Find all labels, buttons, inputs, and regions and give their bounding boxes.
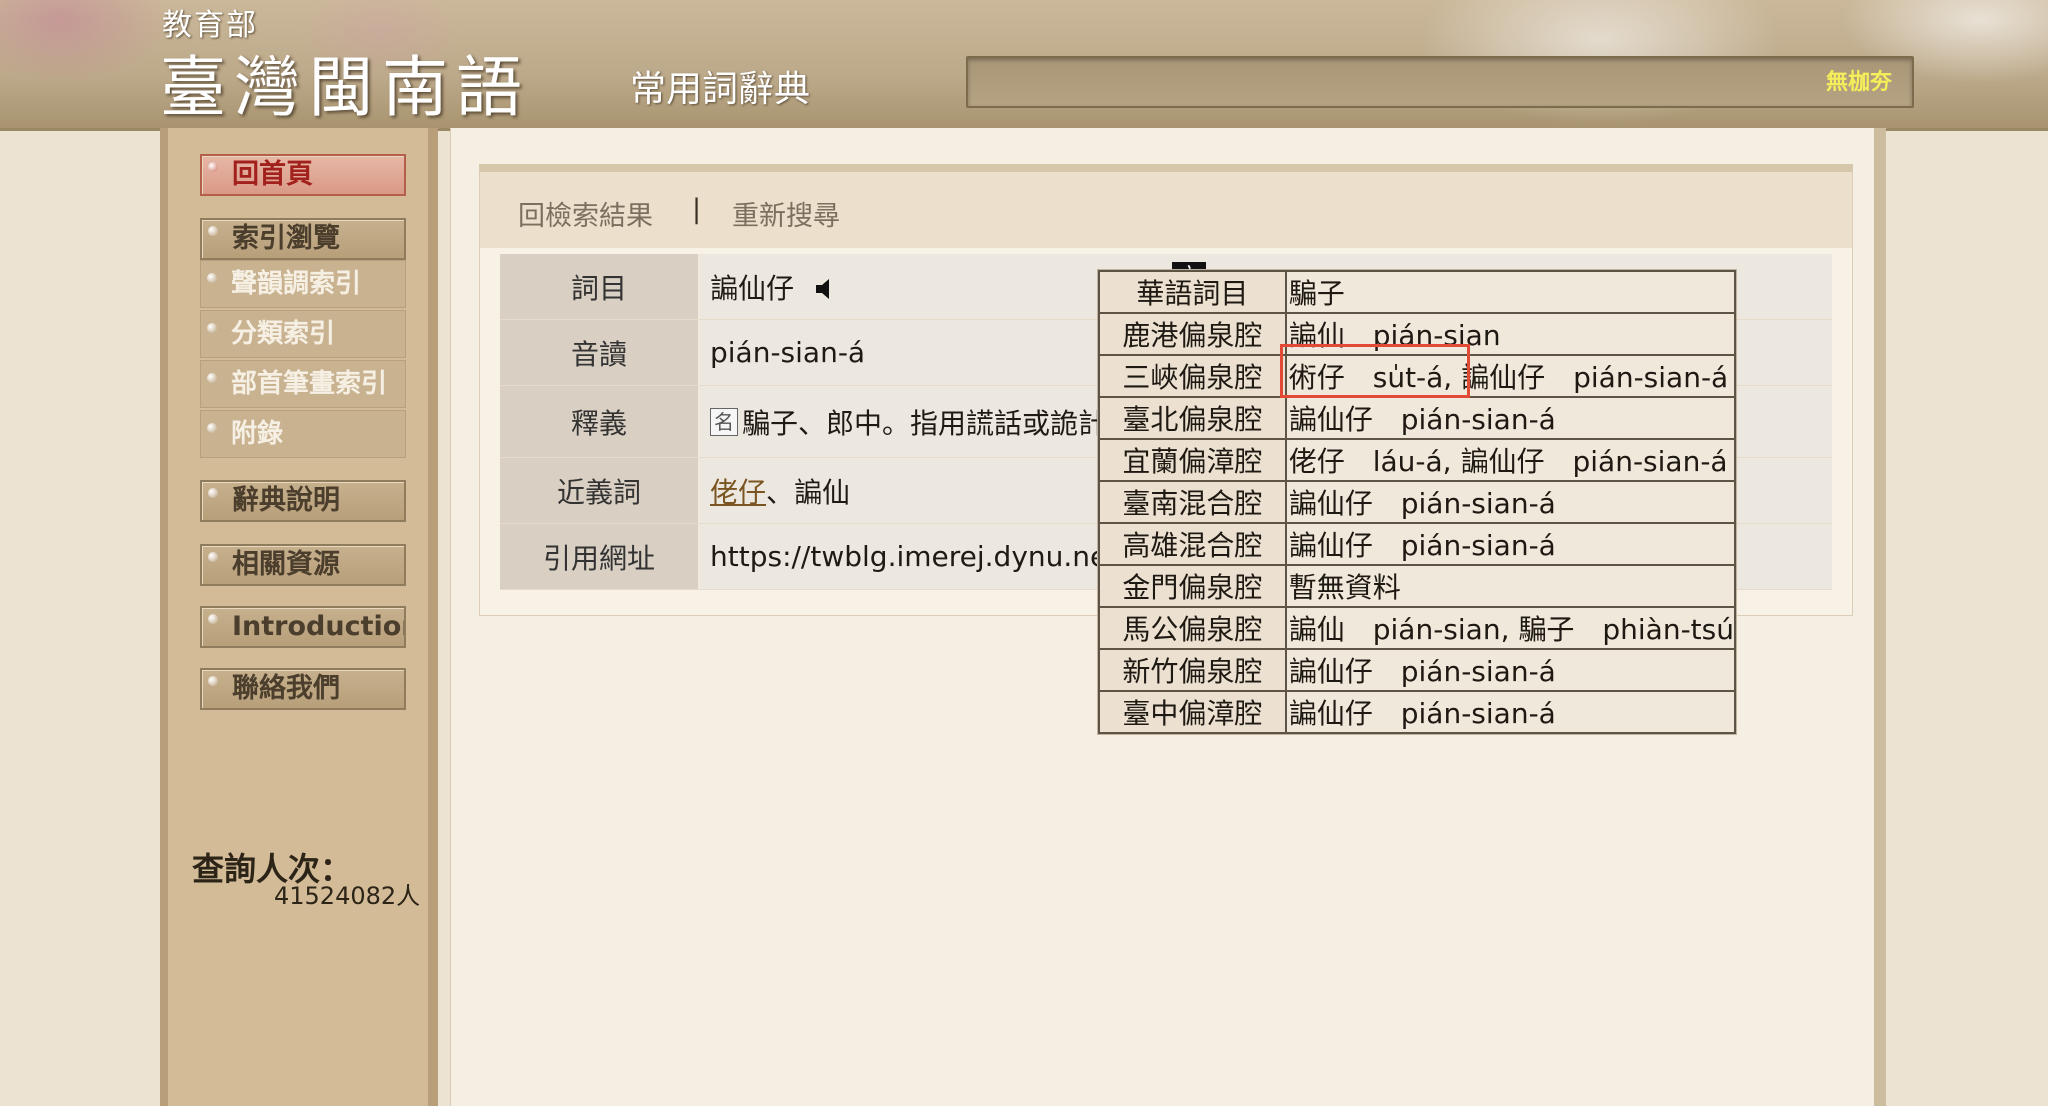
dialect-name: 馬公偏泉腔 xyxy=(1098,606,1287,650)
dialect-row: 臺北偏泉腔 諞仙仔 pián-sian-á xyxy=(1098,396,1737,440)
dialect-row: 華語詞目 騙子 xyxy=(1098,270,1737,314)
dialect-value: 諞仙仔 pián-sian-á xyxy=(1284,690,1737,734)
menu-dictionary-info-button[interactable]: 辭典說明 xyxy=(200,480,406,522)
definition-label: 釋義 xyxy=(500,386,700,457)
dialect-name: 臺北偏泉腔 xyxy=(1098,396,1287,440)
word-label: 詞目 xyxy=(500,254,700,319)
submenu-phonetic-index[interactable]: 聲韻調索引 xyxy=(200,260,406,308)
dialect-row: 宜蘭偏漳腔 佬仔 láu-á, 諞仙仔 pián-sian-á xyxy=(1098,438,1737,482)
synonym-link[interactable]: 佬仔 xyxy=(710,471,766,511)
synonyms-label: 近義詞 xyxy=(500,458,700,523)
menu-contact-button[interactable]: 聯絡我們 xyxy=(200,668,406,710)
menu-home-button[interactable]: 回首頁 xyxy=(200,154,406,196)
dialect-value: 諞仙 pián-sian, 騙子 phiàn-tsú xyxy=(1284,606,1737,650)
dialect-name: 三峽偏泉腔 xyxy=(1098,354,1287,398)
dialect-row: 鹿港偏泉腔 諞仙 pián-sian xyxy=(1098,312,1737,356)
dialect-value: 諞仙仔 pián-sian-á xyxy=(1284,396,1737,440)
dialect-row: 臺南混合腔 諞仙仔 pián-sian-á xyxy=(1098,480,1737,524)
dialect-name: 宜蘭偏漳腔 xyxy=(1098,438,1287,482)
dialect-popup-table: 華語詞目 騙子 鹿港偏泉腔 諞仙 pián-sian 三峽偏泉腔 術仔 su̍t-á, 諞… xyxy=(1098,270,1737,734)
dialect-row: 金門偏泉腔 暫無資料 xyxy=(1098,564,1737,608)
dialect-name: 新竹偏泉腔 xyxy=(1098,648,1287,692)
site-title: 臺灣閩南語 xyxy=(160,49,530,126)
dialect-value: 暫無資料 xyxy=(1284,564,1737,608)
speaker-icon[interactable] xyxy=(814,275,836,299)
menu-index-browse-button[interactable]: 索引瀏覽 xyxy=(200,218,406,260)
submenu-radical-index[interactable]: 部首筆畫索引 xyxy=(200,360,406,408)
dialect-value: 諞仙仔 pián-sian-á xyxy=(1284,522,1737,566)
dialect-name: 臺中偏漳腔 xyxy=(1098,690,1287,734)
tab-separator: | xyxy=(692,194,702,225)
url-label: 引用網址 xyxy=(500,524,700,589)
dialect-row: 馬公偏泉腔 諞仙 pián-sian, 騙子 phiàn-tsú xyxy=(1098,606,1737,650)
dialect-value: 騙子 xyxy=(1284,270,1737,314)
dialect-name: 鹿港偏泉腔 xyxy=(1098,312,1287,356)
result-tabbar: 回檢索結果 | 重新搜尋 xyxy=(480,172,1852,248)
new-search-link[interactable]: 重新搜尋 xyxy=(732,194,840,233)
dialect-row: 臺中偏漳腔 諞仙仔 pián-sian-á xyxy=(1098,690,1737,734)
site-subtitle: 常用詞辭典 xyxy=(630,69,811,110)
dialect-value: 諞仙 pián-sian xyxy=(1284,312,1737,356)
synonym-rest: 、諞仙 xyxy=(766,475,851,509)
word-text: 諞仙仔 xyxy=(710,271,795,305)
dialect-name: 高雄混合腔 xyxy=(1098,522,1287,566)
menu-resources-button[interactable]: 相關資源 xyxy=(200,544,406,586)
submenu-category-index[interactable]: 分類索引 xyxy=(200,310,406,358)
sidebar: 回首頁 索引瀏覽 聲韻調索引 分類索引 部首筆畫索引 附錄 辭典說明 相關資源 … xyxy=(160,128,438,1106)
menu-introduction-button[interactable]: Introduction xyxy=(200,606,406,648)
submenu-appendix[interactable]: 附錄 xyxy=(200,410,406,458)
back-to-results-link[interactable]: 回檢索結果 xyxy=(518,194,653,233)
header-bar xyxy=(966,56,1914,108)
dialect-row: 新竹偏泉腔 諞仙仔 pián-sian-á xyxy=(1098,648,1737,692)
dialect-row: 高雄混合腔 諞仙仔 pián-sian-á xyxy=(1098,522,1737,566)
dialect-name: 華語詞目 xyxy=(1098,270,1287,314)
visit-counter-value: 41524082人 xyxy=(274,882,421,910)
dialect-value: 諞仙仔 pián-sian-á xyxy=(1284,480,1737,524)
dialect-row: 三峽偏泉腔 術仔 su̍t-á, 諞仙仔 pián-sian-á xyxy=(1098,354,1737,398)
dialect-value: 諞仙仔 pián-sian-á xyxy=(1284,648,1737,692)
definition-text: 騙子、郎中。指用謊話或詭計 xyxy=(742,406,1107,440)
pronunciation-label: 音讀 xyxy=(500,320,700,385)
user-link[interactable]: 無枷夯 xyxy=(1826,64,1892,96)
dialect-value: 術仔 su̍t-á, 諞仙仔 pián-sian-á xyxy=(1284,354,1737,398)
noun-tag-icon: 名 xyxy=(710,407,738,436)
dialect-name: 臺南混合腔 xyxy=(1098,480,1287,524)
dialect-name: 金門偏泉腔 xyxy=(1098,564,1287,608)
site-header: 教育部 臺灣閩南語 常用詞辭典 無枷夯 xyxy=(0,0,2048,131)
dialect-value: 佬仔 láu-á, 諞仙仔 pián-sian-á xyxy=(1284,438,1737,482)
